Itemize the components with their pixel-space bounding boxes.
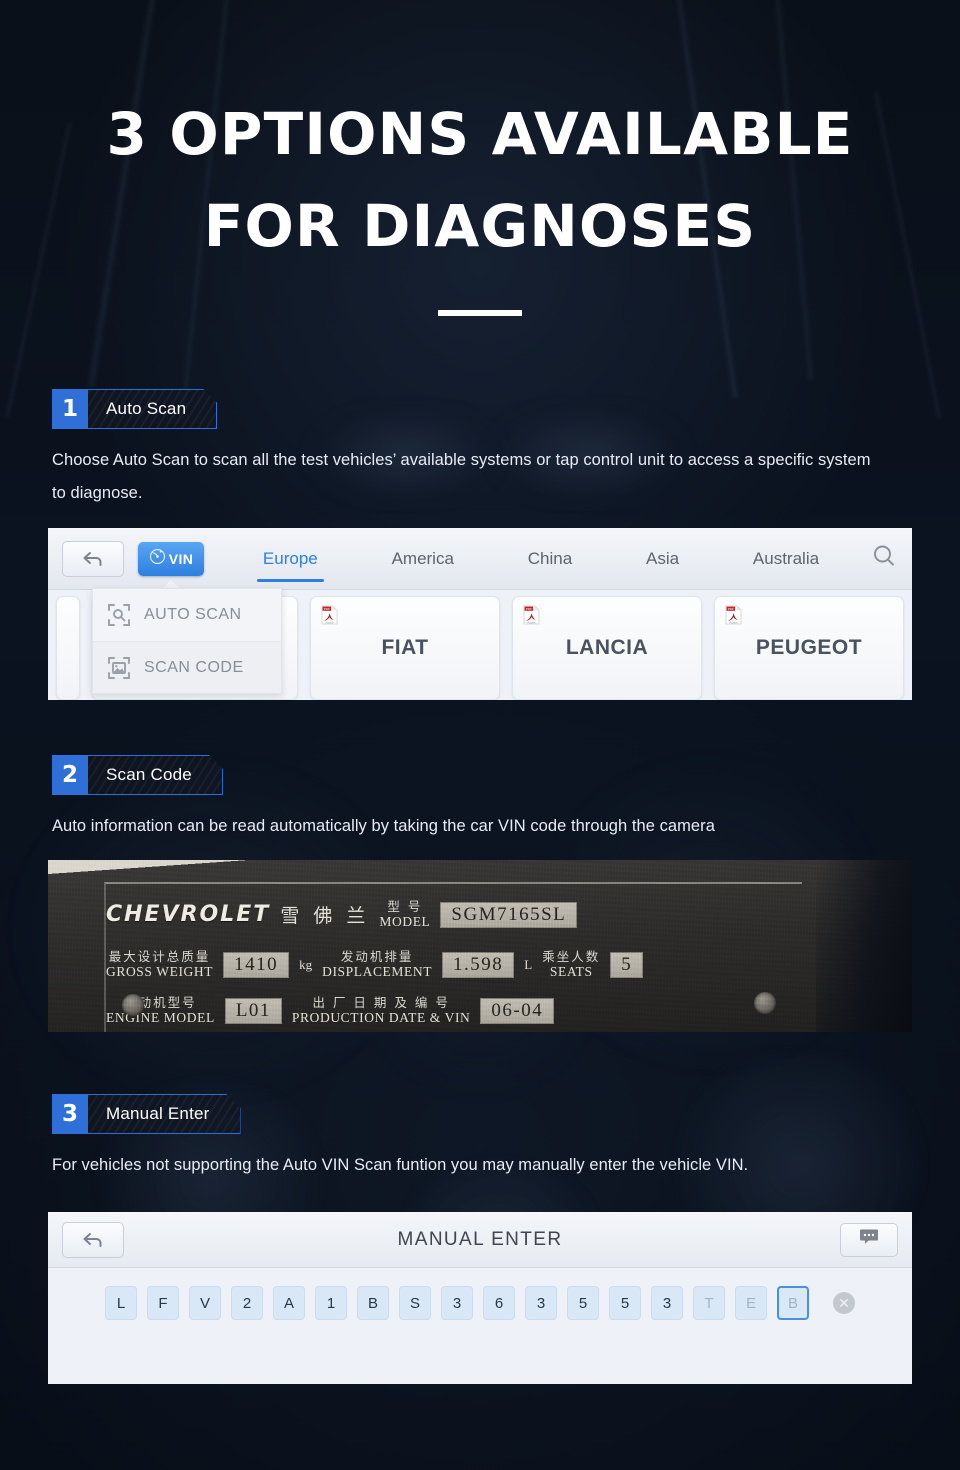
tab-america[interactable]: America: [386, 528, 460, 589]
vin-char-box[interactable]: T: [693, 1286, 725, 1320]
photo-grain-overlay: [48, 860, 912, 1032]
vin-char-box[interactable]: S: [399, 1286, 431, 1320]
step-badge-3: 3 Manual Enter: [52, 1094, 241, 1134]
vin-nameplate-photo: CHEVROLET 雪 佛 兰 型 号 MODEL SGM7165SL 最大设计…: [48, 860, 912, 1032]
pdf-icon: PDF Adobe: [321, 605, 338, 625]
vehicle-card-label: LANCIA: [565, 636, 649, 659]
svg-text:PDF: PDF: [324, 607, 330, 611]
chat-bubble-icon: [859, 1228, 879, 1251]
svg-text:PDF: PDF: [728, 607, 734, 611]
page-title: 3 OPTIONS AVAILABLE FOR DIAGNOSES: [0, 88, 960, 272]
vin-char-box[interactable]: 3: [441, 1286, 473, 1320]
step-number-3: 3: [52, 1094, 88, 1134]
menu-item-scan-code[interactable]: SCAN CODE: [93, 641, 281, 693]
vin-char-box[interactable]: E: [735, 1286, 767, 1320]
step-badge-1: 1 Auto Scan: [52, 389, 217, 429]
vehicle-card-label: PEUGEOT: [755, 636, 863, 659]
vin-char-box[interactable]: 3: [651, 1286, 683, 1320]
scan-frame-magnifier-icon: [107, 603, 131, 627]
region-tabs: Europe America China Asia Australia: [204, 528, 866, 589]
step-body-3: For vehicles not supporting the Auto VIN…: [52, 1156, 749, 1174]
pdf-icon: PDF Adobe: [725, 605, 742, 625]
hero-heading: 3 OPTIONS AVAILABLE FOR DIAGNOSES: [0, 88, 960, 316]
scan-frame-image-icon: [107, 656, 131, 680]
vin-scan-icon: [149, 548, 166, 570]
vin-scan-button[interactable]: VIN: [138, 541, 204, 576]
vin-char-box[interactable]: 3: [525, 1286, 557, 1320]
manual-enter-toolbar: MANUAL ENTER: [48, 1212, 912, 1268]
manual-enter-title: MANUAL ENTER: [397, 1228, 563, 1250]
vehicle-card-lancia[interactable]: PDF Adobe LANCIA: [512, 596, 702, 700]
chat-button[interactable]: [840, 1222, 898, 1257]
vin-char-box[interactable]: B: [357, 1286, 389, 1320]
vin-char-box[interactable]: 2: [231, 1286, 263, 1320]
vin-plate-photo-panel: CHEVROLET 雪 佛 兰 型 号 MODEL SGM7165SL 最大设计…: [48, 860, 912, 1032]
pdf-icon: PDF Adobe: [523, 605, 540, 625]
photo-shadow-edge: [816, 860, 912, 1032]
vin-char-box-focused[interactable]: B: [777, 1286, 809, 1320]
svg-text:Adobe: Adobe: [325, 620, 334, 624]
tab-asia[interactable]: Asia: [640, 528, 685, 589]
vin-scan-dropdown-menu: AUTO SCAN SCAN CODE: [92, 588, 282, 694]
search-icon: [870, 542, 898, 575]
vin-char-box[interactable]: 6: [483, 1286, 515, 1320]
tab-china[interactable]: China: [522, 528, 578, 589]
tab-australia[interactable]: Australia: [747, 528, 825, 589]
vin-char-box[interactable]: 1: [315, 1286, 347, 1320]
vehicle-card-partial[interactable]: [56, 596, 80, 700]
vin-button-label: VIN: [168, 550, 194, 567]
back-arrow-icon: [81, 549, 105, 569]
vehicle-card-label: FIAT: [381, 636, 429, 659]
step-body-2: Auto information can be read automatical…: [52, 817, 715, 835]
svg-text:Adobe: Adobe: [527, 620, 536, 624]
vin-char-box[interactable]: 5: [567, 1286, 599, 1320]
vehicle-card-fiat[interactable]: PDF Adobe FIAT: [310, 596, 500, 700]
svg-text:Adobe: Adobe: [729, 620, 738, 624]
vin-char-box[interactable]: V: [189, 1286, 221, 1320]
back-button[interactable]: [62, 540, 124, 577]
manual-enter-screenshot-panel: MANUAL ENTER L F V 2 A 1 B S 3 6 3 5 5 3…: [48, 1212, 912, 1384]
title-divider: [438, 310, 522, 316]
vin-character-input-row: L F V 2 A 1 B S 3 6 3 5 5 3 T E B ✕: [48, 1268, 912, 1338]
search-button[interactable]: [866, 542, 898, 575]
clear-circle-icon[interactable]: ✕: [833, 1292, 855, 1314]
page-title-line-1: 3 OPTIONS AVAILABLE: [106, 100, 854, 168]
back-button[interactable]: [62, 1221, 124, 1258]
vin-char-box[interactable]: F: [147, 1286, 179, 1320]
step-number-2: 2: [52, 755, 88, 795]
page-title-line-2: FOR DIAGNOSES: [203, 192, 757, 260]
step-label-3: Manual Enter: [88, 1094, 241, 1134]
step-number-1: 1: [52, 389, 88, 429]
menu-item-label: SCAN CODE: [144, 658, 244, 676]
menu-item-auto-scan[interactable]: AUTO SCAN: [93, 589, 281, 641]
step-label-1: Auto Scan: [88, 389, 217, 429]
vehicle-make-card-list: PDF Adobe DEMO PDF Adobe FIAT: [48, 588, 912, 700]
autoscan-toolbar: VIN Europe America China Asia Australia: [48, 528, 912, 590]
svg-text:PDF: PDF: [526, 607, 532, 611]
autoscan-screenshot-panel: VIN Europe America China Asia Australia: [48, 528, 912, 700]
tab-europe[interactable]: Europe: [256, 528, 324, 589]
step-badge-2: 2 Scan Code: [52, 755, 223, 795]
vin-char-box[interactable]: A: [273, 1286, 305, 1320]
back-arrow-icon: [81, 1230, 105, 1250]
vin-char-box[interactable]: L: [105, 1286, 137, 1320]
step-label-2: Scan Code: [88, 755, 223, 795]
step-body-1: Choose Auto Scan to scan all the test ve…: [52, 451, 871, 502]
menu-item-label: AUTO SCAN: [144, 606, 242, 623]
vehicle-card-peugeot[interactable]: PDF Adobe PEUGEOT: [714, 596, 904, 700]
vin-char-box[interactable]: 5: [609, 1286, 641, 1320]
